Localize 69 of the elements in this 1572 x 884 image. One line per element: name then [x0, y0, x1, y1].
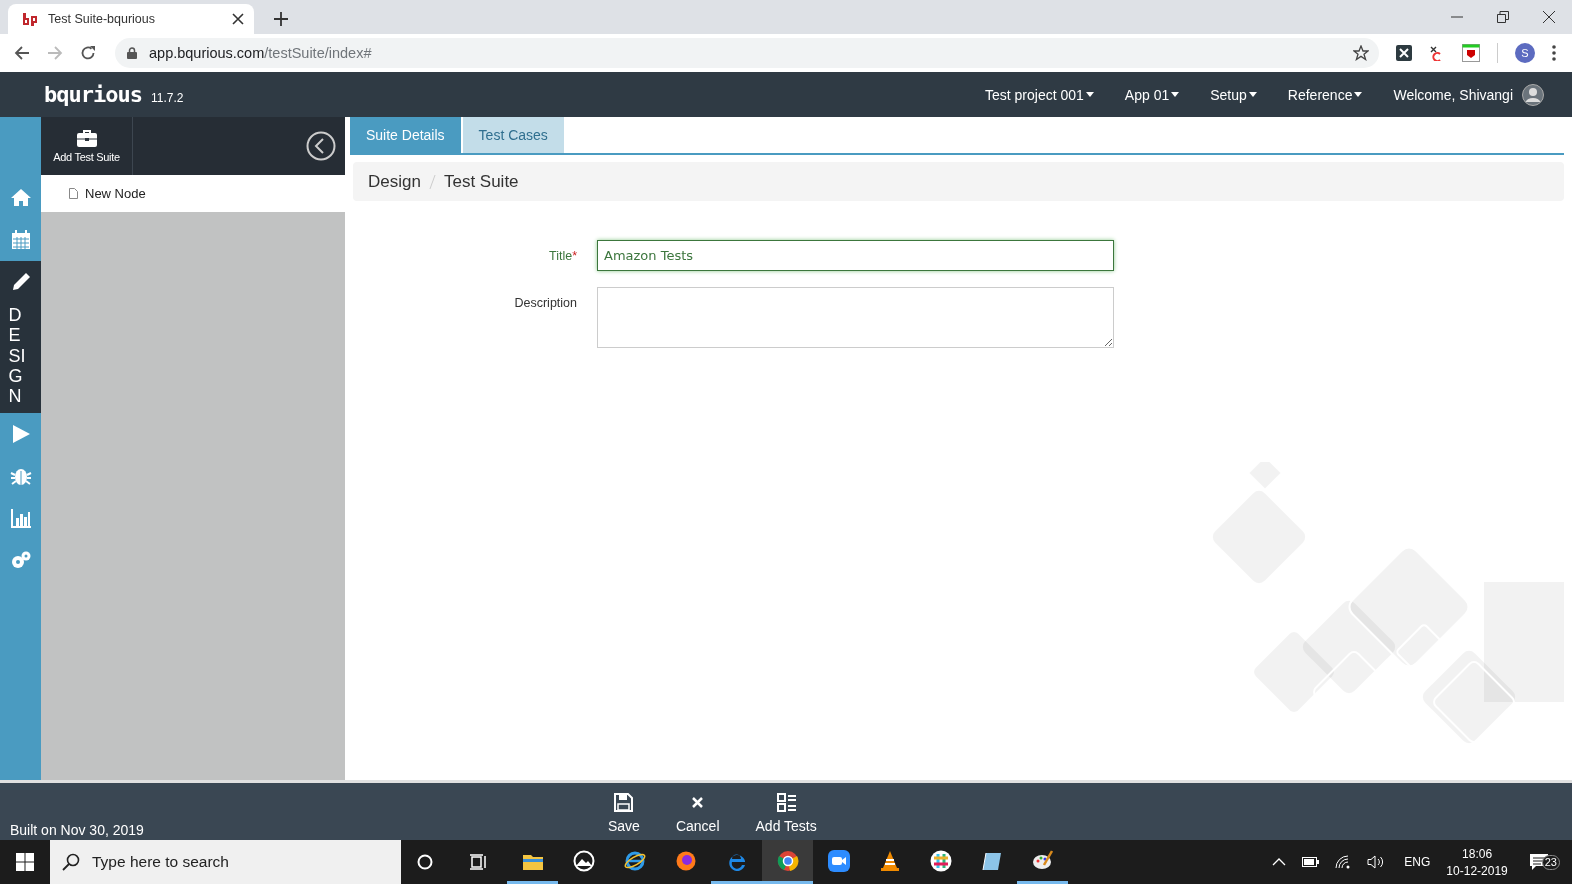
lock-icon — [127, 47, 137, 59]
chevron-up-icon[interactable] — [1272, 858, 1287, 866]
breadcrumb-item[interactable]: Design — [368, 171, 421, 192]
caret-icon — [1085, 92, 1094, 97]
address-field[interactable]: app.bqurious.com/testSuite/index# — [115, 38, 1379, 68]
grid-list-icon — [776, 793, 796, 812]
cone-icon — [878, 849, 901, 872]
circle-icon[interactable] — [417, 854, 433, 870]
browser-tab[interactable]: Test Suite-bqurious — [8, 4, 254, 34]
menu-icon[interactable] — [1552, 45, 1556, 61]
file-icon — [69, 188, 78, 199]
favicon-icon — [22, 12, 38, 26]
new-tab-icon[interactable] — [274, 12, 288, 26]
caret-icon — [1354, 92, 1363, 97]
taskbar-search-field[interactable]: Type here to search — [50, 840, 401, 884]
description-input[interactable] — [597, 287, 1114, 348]
build-info: Built on Nov 30, 2019 — [10, 822, 144, 838]
wifi-icon[interactable] — [1335, 855, 1352, 869]
windows-start-icon[interactable] — [16, 853, 34, 871]
breadcrumb-item: Test Suite — [443, 171, 519, 192]
field-label: Description — [513, 295, 577, 310]
title-input[interactable]: Amazon Tests — [597, 240, 1114, 271]
caret-icon — [1248, 92, 1257, 97]
field-label: Title* — [547, 248, 577, 263]
version-text: 11.7.2 — [150, 90, 184, 105]
shield-icon[interactable] — [1462, 44, 1480, 62]
save-icon — [614, 793, 634, 812]
reload-icon[interactable] — [80, 45, 96, 61]
nav-menu[interactable]: Test project 001 — [985, 86, 1094, 103]
star-icon[interactable] — [1353, 45, 1369, 61]
briefcase-icon — [76, 129, 97, 147]
close-icon[interactable] — [232, 13, 244, 25]
home-icon — [9, 187, 32, 209]
welcome-text[interactable]: Welcome, Shivangi — [1393, 86, 1513, 103]
collapse-button-icon[interactable] — [306, 131, 336, 161]
close-icon[interactable] — [1543, 11, 1555, 23]
palette-icon — [1031, 849, 1054, 872]
notification-button[interactable]: 23 — [1527, 852, 1562, 872]
mountain-icon — [572, 849, 595, 872]
bar-chart-icon — [9, 506, 32, 529]
tab[interactable]: Test Cases — [462, 117, 564, 153]
logo[interactable]: bqurious — [44, 82, 142, 107]
caret-icon — [1171, 92, 1180, 97]
clock[interactable]: 18:06 10-12-2019 — [1446, 846, 1508, 878]
hash-icon — [929, 849, 952, 872]
search-icon — [62, 853, 80, 871]
footer-action-button[interactable]: Save — [600, 793, 648, 834]
back-icon[interactable] — [14, 45, 30, 61]
battery-icon[interactable] — [1302, 857, 1320, 867]
language-indicator[interactable]: ENG — [1404, 855, 1431, 869]
nav-menu[interactable]: Reference — [1287, 86, 1363, 103]
url-text: app.bqurious.com/testSuite/index# — [149, 45, 372, 61]
taskbar-app[interactable] — [762, 840, 813, 884]
nav-menu[interactable]: Setup — [1210, 86, 1257, 103]
extension-icon[interactable] — [1396, 45, 1412, 61]
round-logo-icon — [776, 849, 799, 872]
speaker-icon[interactable] — [1367, 855, 1385, 869]
restore-icon[interactable] — [1497, 11, 1509, 23]
footer-action-button[interactable]: Cancel — [667, 793, 728, 834]
rail-item[interactable]: DESIGN — [0, 261, 41, 413]
profile-avatar[interactable]: S — [1515, 43, 1535, 63]
calendar-icon — [9, 229, 32, 251]
user-avatar-icon[interactable] — [1522, 83, 1544, 106]
task-view-icon[interactable] — [469, 854, 487, 870]
video-camera-icon — [827, 849, 850, 872]
footer-action-button[interactable]: Add Tests — [747, 793, 825, 834]
nav-menu[interactable]: App 01 — [1124, 86, 1180, 103]
tree-node[interactable]: New Node — [69, 186, 146, 201]
tab-title: Test Suite-bqurious — [48, 12, 156, 26]
